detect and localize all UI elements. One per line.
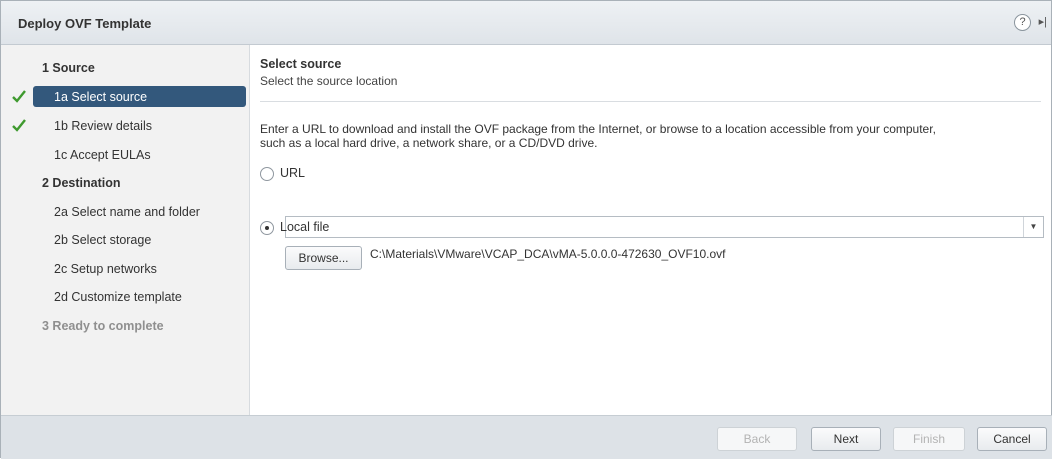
expand-panel-icon[interactable]: ▸| — [1039, 15, 1047, 28]
url-radio-label: URL — [280, 166, 306, 180]
step-customize-template[interactable]: 2d Customize template — [1, 286, 250, 308]
step-label: 1b Review details — [54, 119, 152, 133]
step-accept-eulas[interactable]: 1c Accept EULAs — [1, 144, 250, 166]
title-bar: Deploy OVF Template ? ▸| — [1, 1, 1051, 45]
step-review-details[interactable]: 1b Review details — [1, 115, 250, 137]
page-subheading: Select the source location — [260, 74, 398, 88]
instructions-line-1: Enter a URL to download and install the … — [260, 122, 936, 136]
cancel-button[interactable]: Cancel — [977, 427, 1047, 451]
step-select-source[interactable]: 1a Select source — [1, 86, 250, 108]
instructions-text: Enter a URL to download and install the … — [260, 122, 1035, 150]
page-heading: Select source — [260, 57, 342, 71]
finish-button[interactable]: Finish — [893, 427, 965, 451]
step-select-name-folder[interactable]: 2a Select name and folder — [1, 201, 250, 223]
step-label: 2d Customize template — [54, 290, 182, 304]
step-label: 2b Select storage — [54, 233, 152, 247]
local-file-radio-label: Local file — [280, 220, 330, 234]
step-label: 1c Accept EULAs — [54, 148, 151, 162]
header-divider — [260, 101, 1041, 102]
selected-file-path: C:\Materials\VMware\VCAP_DCA\vMA-5.0.0.0… — [370, 247, 726, 261]
step-label: 2a Select name and folder — [54, 205, 200, 219]
wizard-steps-sidebar: 1 Source 1a Select source 1b Review deta… — [1, 45, 250, 415]
chevron-down-icon[interactable]: ▼ — [1023, 217, 1043, 237]
local-file-radio[interactable] — [260, 221, 274, 235]
step-setup-networks[interactable]: 2c Setup networks — [1, 258, 250, 280]
next-button[interactable]: Next — [811, 427, 881, 451]
back-button[interactable]: Back — [717, 427, 797, 451]
check-icon — [12, 119, 26, 132]
help-icon[interactable]: ? — [1014, 14, 1031, 31]
step-label: 1 Source — [42, 61, 95, 75]
instructions-line-2: such as a local hard drive, a network sh… — [260, 136, 598, 150]
step-label: 2 Destination — [42, 176, 121, 190]
step-ready-to-complete: 3 Ready to complete — [1, 315, 250, 337]
step-select-storage[interactable]: 2b Select storage — [1, 229, 250, 251]
check-icon — [12, 90, 26, 103]
main-content: Select source Select the source location… — [260, 45, 1051, 415]
url-radio[interactable] — [260, 167, 274, 181]
step-destination: 2 Destination — [1, 172, 250, 194]
wizard-footer: Back Next Finish Cancel — [1, 415, 1052, 459]
dialog-title: Deploy OVF Template — [18, 16, 152, 31]
step-label: 2c Setup networks — [54, 262, 157, 276]
deploy-ovf-dialog: Deploy OVF Template ? ▸| 1 Source 1a Sel… — [0, 0, 1052, 459]
step-label: 1a Select source — [54, 90, 148, 104]
step-label: 3 Ready to complete — [42, 319, 164, 333]
browse-button[interactable]: Browse... — [285, 246, 362, 270]
step-source: 1 Source — [1, 57, 250, 79]
url-input[interactable]: ▼ — [285, 216, 1044, 238]
